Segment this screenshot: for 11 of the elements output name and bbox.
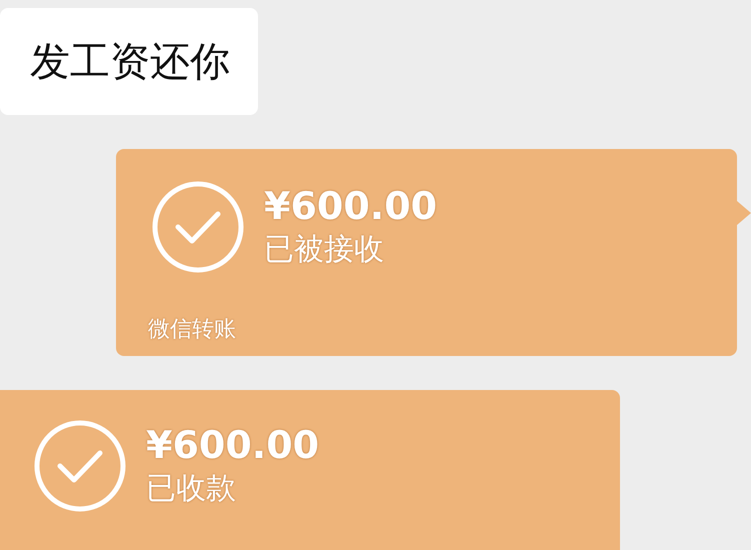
check-circle-icon	[152, 181, 244, 273]
transfer-card[interactable]: ¥600.00 已被接收 微信转账	[116, 149, 737, 356]
bubble-tail	[737, 201, 751, 225]
transfer-amount: ¥600.00	[264, 183, 438, 229]
transfer-card[interactable]: ¥600.00 已收款	[0, 390, 620, 550]
transfer-status: 已被接收	[264, 231, 385, 269]
transfer-label: 微信转账	[148, 316, 236, 344]
transfer-amount: ¥600.00	[146, 422, 320, 468]
message-bubble: 发工资还你	[0, 8, 258, 115]
transfer-status: 已收款	[146, 470, 237, 508]
check-circle-icon	[34, 420, 126, 512]
